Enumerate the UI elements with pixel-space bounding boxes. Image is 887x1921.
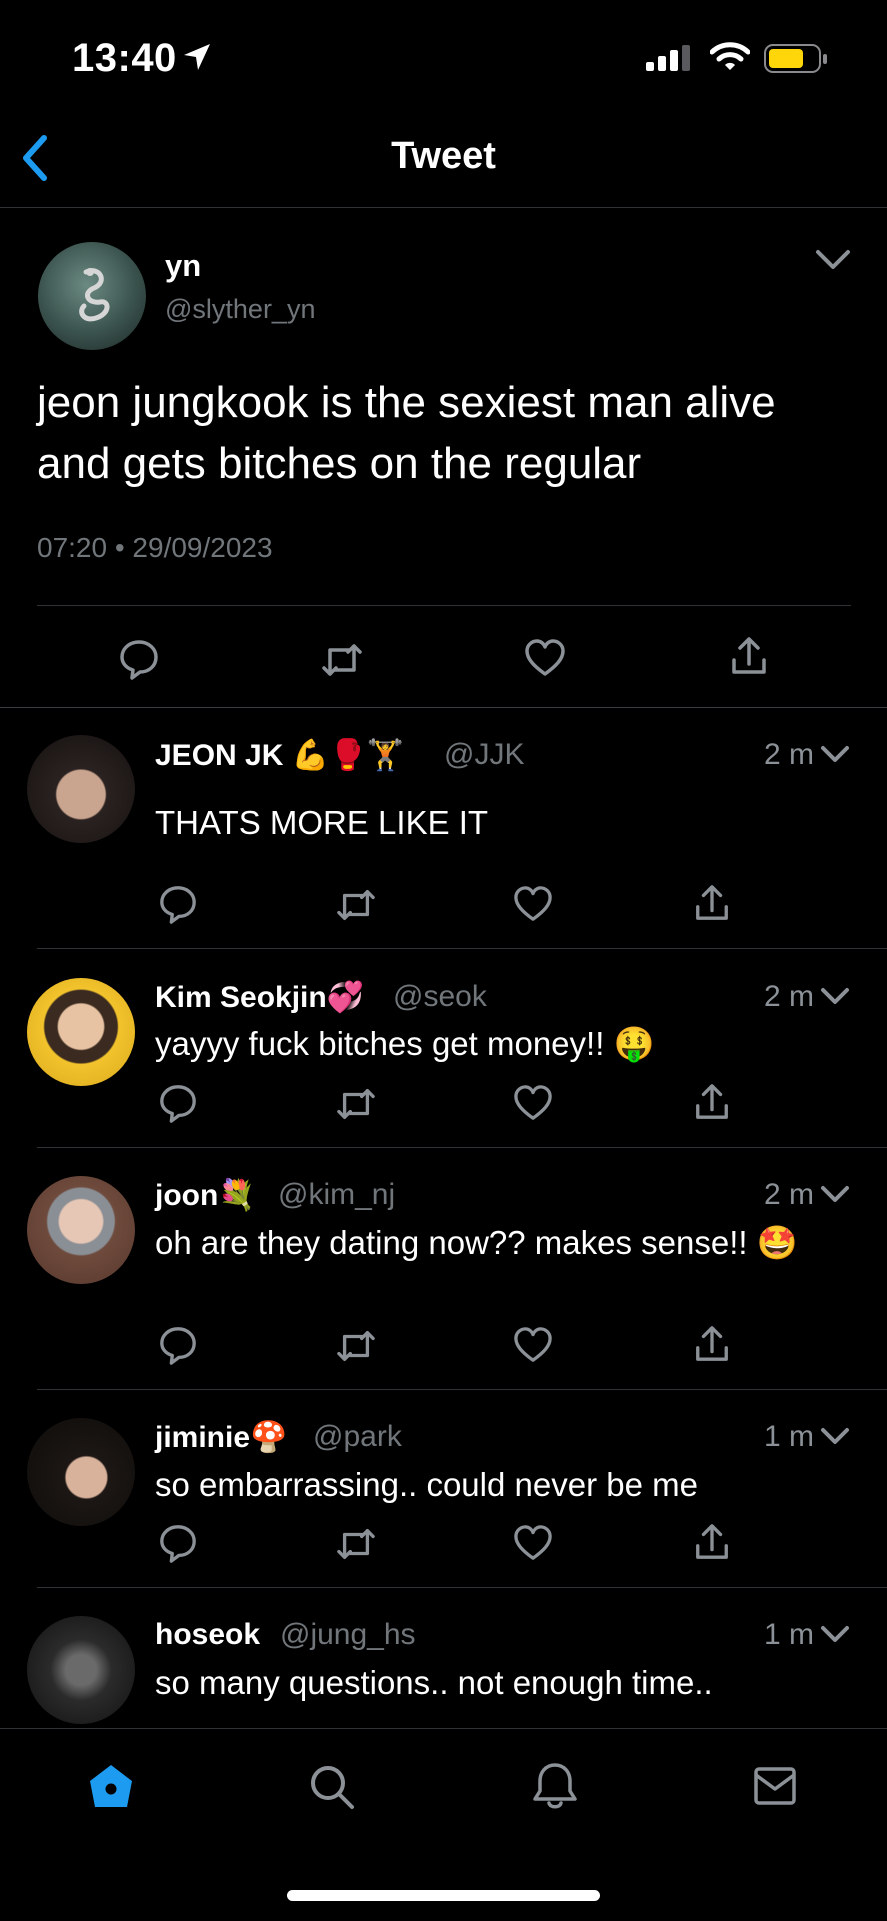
retweet-icon[interactable] [335,886,377,924]
share-icon[interactable] [693,1083,731,1121]
reply-text: so embarrassing.. could never be me [155,1466,698,1503]
reply-time: 1 m [763,1420,814,1453]
divider [0,707,887,708]
avatar[interactable] [27,735,135,843]
tweet-text: jeon jungkook is the sexiest man alive a… [37,378,776,488]
reply-icon[interactable] [158,1523,198,1563]
reply-author-handle[interactable]: @JJK [444,738,524,772]
avatar[interactable] [27,1176,135,1284]
chevron-down-icon[interactable] [820,745,850,765]
share-icon[interactable] [729,636,769,676]
heart-icon[interactable] [513,1084,553,1122]
chevron-down-icon[interactable] [820,1625,850,1645]
chevron-down-icon[interactable] [820,1427,850,1447]
reply-icon[interactable] [158,1325,198,1365]
heart-icon[interactable] [513,885,553,923]
author-handle[interactable]: @slyther_yn [165,294,315,325]
avatar[interactable] [38,242,146,350]
divider [37,1389,887,1390]
share-icon[interactable] [693,884,731,922]
cellular-signal-icon [646,45,692,71]
chevron-down-icon[interactable] [820,987,850,1007]
location-arrow-icon [182,42,212,72]
tweet-timestamp: 07:20 • 29/09/2023 [37,532,273,563]
home-icon[interactable] [88,1763,134,1809]
reply-time: 2 m [763,738,814,771]
reply-icon[interactable] [158,1083,198,1123]
page-title: Tweet [391,135,496,177]
divider [37,605,851,606]
retweet-icon[interactable] [335,1525,377,1563]
reply-author-name[interactable]: hoseok [155,1618,260,1652]
reply-text: oh are they dating now?? makes sense!! 🤩 [155,1224,798,1261]
reply-time: 1 m [763,1618,814,1651]
reply-author-name[interactable]: jiminie🍄 [155,1420,287,1455]
avatar[interactable] [27,978,135,1086]
status-time: 13:40 [72,36,177,80]
reply-author-handle[interactable]: @seok [393,980,487,1014]
reply-text: THATS MORE LIKE IT [155,804,489,841]
reply-author-handle[interactable]: @jung_hs [280,1618,416,1652]
mail-icon[interactable] [754,1767,796,1805]
reply-time: 2 m [763,1178,814,1211]
divider [37,948,887,949]
reply-time: 2 m [763,980,814,1013]
reply-author-name[interactable]: JEON JK 💪🥊🏋 [155,738,404,773]
reply-text: yayyy fuck bitches get money!! 🤑 [155,1025,655,1062]
reply-author-handle[interactable]: @park [313,1420,402,1454]
reply-text: so many questions.. not enough time.. [155,1664,713,1701]
divider [37,1147,887,1148]
reply-author-name[interactable]: Kim Seokjin💞 [155,980,364,1015]
home-indicator[interactable] [287,1890,600,1901]
heart-icon[interactable] [524,638,566,678]
reply-icon[interactable] [158,884,198,924]
author-name[interactable]: yn [165,248,201,284]
retweet-icon[interactable] [335,1085,377,1123]
chevron-down-icon[interactable] [820,1185,850,1205]
share-icon[interactable] [693,1523,731,1561]
battery-icon [764,44,828,74]
bell-icon[interactable] [532,1761,578,1811]
heart-icon[interactable] [513,1524,553,1562]
share-icon[interactable] [693,1325,731,1363]
retweet-icon[interactable] [335,1327,377,1365]
retweet-icon[interactable] [320,640,364,680]
divider [37,1587,887,1588]
avatar[interactable] [27,1418,135,1526]
reply-icon[interactable] [118,638,160,680]
reply-author-name[interactable]: joon💐 [155,1178,256,1213]
wifi-icon [710,42,750,72]
search-icon[interactable] [308,1763,356,1811]
avatar[interactable] [27,1616,135,1724]
heart-icon[interactable] [513,1326,553,1364]
divider [0,207,887,208]
reply-author-handle[interactable]: @kim_nj [278,1178,395,1212]
chevron-down-icon[interactable] [815,249,851,271]
